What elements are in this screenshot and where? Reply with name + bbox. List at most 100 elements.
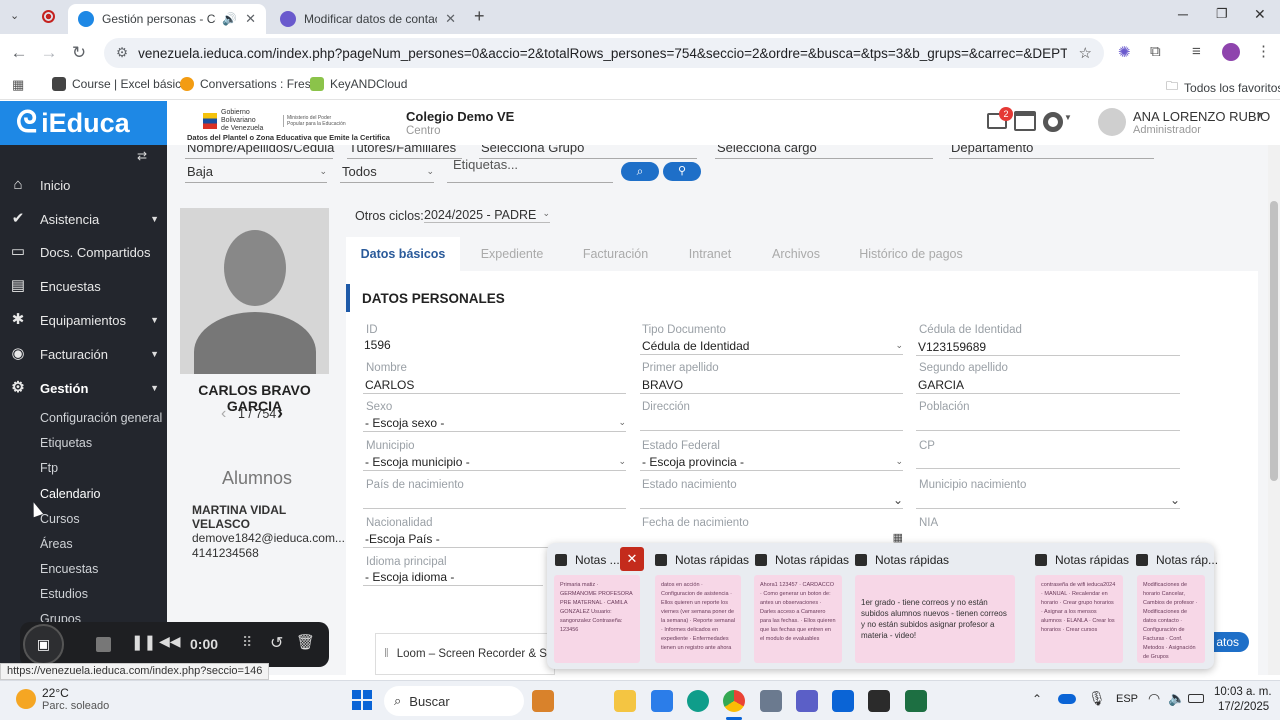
- tab-facturacion[interactable]: Facturación: [564, 237, 667, 271]
- microphone-icon[interactable]: 🎙: [1088, 690, 1106, 707]
- collapse-sidebar-icon[interactable]: ⇄: [137, 149, 147, 163]
- clear-filter-button[interactable]: ⚲: [663, 162, 701, 181]
- extensions-puzzle-icon[interactable]: ⧉: [1150, 43, 1161, 60]
- bookmark-conversations[interactable]: Conversations : Fres...: [180, 77, 321, 91]
- tab-gestion-personas[interactable]: Gestión personas - Colegio 🔊 ✕: [68, 4, 266, 34]
- close-window-button[interactable]: ✕: [1254, 6, 1266, 23]
- tab-expediente[interactable]: Expediente: [462, 237, 562, 271]
- search-button[interactable]: ⌕: [621, 162, 659, 181]
- clock-date[interactable]: 17/2/2025: [1218, 701, 1269, 713]
- taskbar-search[interactable]: ⌕ Buscar: [384, 686, 524, 716]
- support-lifebuoy-icon[interactable]: [1043, 112, 1063, 132]
- draw-tool-icon[interactable]: ⠿: [242, 634, 252, 651]
- pais-nacimiento-input[interactable]: [363, 491, 626, 509]
- bookmark-star-icon[interactable]: ☆: [1079, 44, 1092, 62]
- taskbar-app-icon[interactable]: [532, 690, 554, 712]
- direccion-input[interactable]: [640, 413, 903, 431]
- close-preview-button[interactable]: ✕: [620, 547, 644, 571]
- estado-nacimiento-select[interactable]: ⌄: [640, 491, 903, 509]
- bookmark-keyandcloud[interactable]: KeyANDCloud: [310, 77, 407, 91]
- store-icon[interactable]: [651, 690, 673, 712]
- sidebar-item-equipamientos[interactable]: ✱ Equipamientos ▼: [0, 303, 167, 337]
- close-tab-icon[interactable]: ✕: [245, 11, 256, 27]
- teams-icon[interactable]: [796, 690, 818, 712]
- weather-icon[interactable]: [16, 689, 36, 709]
- ieduca-logo[interactable]: ᘓ iEduca: [0, 101, 167, 145]
- new-tab-button[interactable]: +: [474, 6, 485, 27]
- tab-archivos[interactable]: Archivos: [753, 237, 839, 271]
- sidebar-item-facturacion[interactable]: ◉ Facturación ▼: [0, 337, 167, 371]
- outlook-icon[interactable]: [832, 690, 854, 712]
- user-avatar[interactable]: [1098, 108, 1126, 136]
- note-thumbnail[interactable]: 1er grado - tiene correos y no están sub…: [855, 575, 1015, 663]
- next-person-button[interactable]: ›: [277, 403, 283, 424]
- maximize-window-button[interactable]: ❐: [1216, 6, 1228, 22]
- excel-icon[interactable]: [905, 690, 927, 712]
- submenu-etiquetas[interactable]: Etiquetas: [40, 436, 92, 450]
- submenu-encuestas[interactable]: Encuestas: [40, 562, 98, 576]
- sidebar-item-inicio[interactable]: ⌂ Inicio: [0, 168, 167, 202]
- note-thumbnail[interactable]: Primaria matiz · GERMANOME PROFESORA PRE…: [554, 575, 640, 663]
- support-chevron-icon[interactable]: ▼: [1064, 113, 1072, 122]
- calculator-icon[interactable]: [760, 690, 782, 712]
- chrome-icon[interactable]: [723, 690, 745, 712]
- sticky-notes-taskbar-icon[interactable]: [868, 690, 890, 712]
- submenu-ftp[interactable]: Ftp: [40, 461, 58, 475]
- submenu-configuracion-general[interactable]: Configuración general: [40, 411, 162, 425]
- tipo-documento-select[interactable]: Cédula de Identidad ⌄: [640, 337, 903, 355]
- submenu-calendario[interactable]: Calendario: [40, 487, 100, 501]
- user-menu-chevron-icon[interactable]: ▼: [1255, 110, 1264, 120]
- battery-icon[interactable]: [1188, 694, 1204, 703]
- camera-toggle-button[interactable]: ▣: [23, 624, 64, 665]
- file-explorer-icon[interactable]: [614, 690, 636, 712]
- wifi-icon[interactable]: ◠: [1148, 690, 1160, 707]
- tab-search-icon[interactable]: ⌄: [10, 9, 19, 22]
- close-tab-icon[interactable]: ✕: [445, 11, 456, 27]
- note-preview-title[interactable]: Notas rápidas: [1035, 553, 1129, 567]
- idioma-select[interactable]: - Escoja idioma -: [363, 568, 543, 586]
- baja-select[interactable]: Baja ⌄: [185, 161, 327, 183]
- restart-icon[interactable]: ↺: [270, 633, 283, 653]
- submenu-cursos[interactable]: Cursos: [40, 512, 80, 526]
- delete-recording-icon[interactable]: 🗑: [296, 633, 315, 651]
- tab-modificar-datos[interactable]: Modificar datos de contacto y i ✕: [270, 4, 466, 34]
- audio-icon[interactable]: 🔊: [222, 12, 237, 26]
- clock-time[interactable]: 10:03 a. m.: [1214, 686, 1272, 698]
- start-button[interactable]: [352, 690, 372, 710]
- reload-button[interactable]: ↻: [68, 42, 90, 64]
- sidebar-item-encuestas[interactable]: ▤ Encuestas: [0, 269, 167, 303]
- municipio-nacimiento-select[interactable]: ⌄: [916, 491, 1180, 509]
- onedrive-icon[interactable]: [1058, 694, 1076, 704]
- sidebar-item-docs-compartidos[interactable]: ▭ Docs. Compartidos: [0, 235, 167, 269]
- alumno-name[interactable]: MARTINA VIDAL VELASCO: [192, 503, 312, 531]
- apps-grid-icon[interactable]: ▦: [12, 77, 24, 93]
- note-thumbnail[interactable]: Modificaciones de horario Cancelar, Camb…: [1137, 575, 1205, 663]
- user-name[interactable]: ANA LORENZO RUBIO: [1133, 109, 1270, 124]
- page-scrollbar[interactable]: [1268, 145, 1280, 675]
- site-info-icon[interactable]: ⚙: [116, 45, 128, 61]
- municipio-select[interactable]: - Escoja municipio - ⌄: [363, 453, 626, 471]
- pause-button[interactable]: ❚❚: [131, 633, 156, 651]
- note-preview-title[interactable]: Notas ráp...: [1136, 553, 1218, 567]
- media-icon[interactable]: ≡: [1192, 43, 1201, 60]
- ciclo-select[interactable]: 2024/2025 - PADRE ⌄: [424, 208, 550, 223]
- note-preview-title[interactable]: Notas rápidas: [755, 553, 849, 567]
- filter-cargo[interactable]: Selecciona cargo: [715, 145, 933, 159]
- filter-departamento[interactable]: Departamento: [949, 145, 1154, 159]
- stop-recording-button[interactable]: [96, 637, 111, 652]
- etiquetas-input[interactable]: Etiquetas...: [447, 155, 613, 183]
- todos-select[interactable]: Todos ⌄: [340, 161, 434, 183]
- back-button[interactable]: ←: [8, 42, 30, 64]
- segundo-apellido-input[interactable]: GARCIA: [916, 376, 1180, 394]
- url-bar[interactable]: ⚙ venezuela.ieduca.com/index.php?pageNum…: [104, 38, 1104, 68]
- scrollbar-thumb[interactable]: [1270, 201, 1278, 481]
- cp-input[interactable]: [916, 451, 1180, 469]
- poblacion-input[interactable]: [916, 413, 1180, 431]
- language-indicator[interactable]: ESP: [1116, 693, 1138, 705]
- estado-federal-select[interactable]: - Escoja provincia - ⌄: [640, 453, 903, 471]
- note-preview-title[interactable]: Notas rápidas: [855, 553, 949, 567]
- extension-icon[interactable]: ✺: [1118, 43, 1131, 61]
- browser-menu-icon[interactable]: ⋮: [1256, 42, 1271, 60]
- profile-avatar-icon[interactable]: [1222, 43, 1240, 61]
- calendar-icon[interactable]: [1014, 111, 1036, 131]
